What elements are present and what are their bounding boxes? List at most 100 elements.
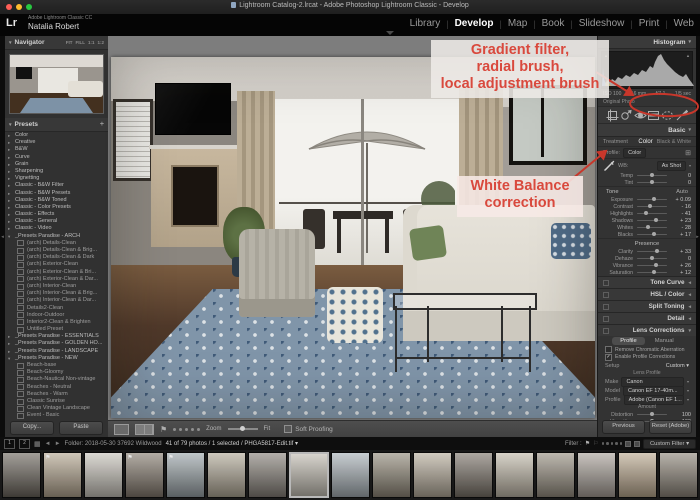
checkbox-remove-chromatic-aberration[interactable]: Remove Chromatic Aberration (598, 346, 696, 354)
before-after-view-icon[interactable] (135, 424, 154, 435)
preset-item--arch-exterior-clean-dar-[interactable]: (arch) Exterior-Clean & Dar... (5, 276, 108, 283)
panel-toggle-icon[interactable] (603, 280, 609, 286)
slider-track[interactable] (637, 234, 667, 236)
filter-color-label[interactable] (625, 441, 631, 447)
module-slideshow[interactable]: Slideshow (579, 18, 625, 29)
module-develop[interactable]: Develop (455, 18, 494, 29)
basic-panel-header[interactable]: Basic▾ (598, 124, 696, 137)
filmstrip-thumbnail[interactable]: ⚑ (166, 452, 205, 498)
checkbox-icon[interactable]: ✓ (605, 354, 612, 361)
preset-group-grain[interactable]: ▸Grain (5, 161, 108, 168)
panel-header-detail[interactable]: Detail◂ (598, 312, 696, 324)
filmstrip-thumbnail[interactable] (413, 452, 452, 498)
zoom-slider[interactable] (228, 428, 258, 430)
histogram[interactable]: ▲ ▲ (601, 51, 693, 89)
slider-track[interactable] (637, 251, 667, 253)
filter-rating-dot[interactable] (615, 442, 618, 445)
slider-knob[interactable] (650, 412, 654, 416)
preset-item-untitled-preset[interactable]: Untitled Preset (5, 326, 108, 333)
filmstrip-thumbnail[interactable] (372, 452, 411, 498)
slider-track[interactable] (637, 227, 667, 229)
filter-rating-dot[interactable] (620, 442, 623, 445)
rating-dot[interactable] (179, 428, 182, 431)
preset-group--presets-paradise-arch[interactable]: ▾_Presets Paradise - ARCH (5, 233, 108, 240)
navigator-panel-header[interactable]: ▾ Navigator FITFILL1:11:2 (5, 36, 108, 50)
preset-group-classic-color-presets[interactable]: ▸Classic - Color Presets (5, 204, 108, 211)
preset-item-beaches-warm[interactable]: Beaches - Warm (5, 391, 108, 398)
panel-header-tone-curve[interactable]: Tone Curve◂ (598, 276, 696, 288)
add-preset-button[interactable]: + (100, 121, 104, 128)
preset-item-beach-base[interactable]: Beach-base (5, 362, 108, 369)
red-eye-correction-tool[interactable] (634, 109, 647, 122)
slider-knob[interactable] (644, 211, 648, 215)
highlight-clipping-indicator[interactable]: ▲ (686, 53, 690, 58)
filmstrip-thumbnail[interactable] (618, 452, 657, 498)
slider-track[interactable] (637, 175, 667, 177)
filter-rating-dot[interactable] (611, 442, 614, 445)
slider-knob[interactable] (654, 218, 658, 222)
selection-info[interactable]: 41 of 79 photos / 1 selected / PHGA5817-… (166, 440, 298, 447)
module-web[interactable]: Web (674, 18, 694, 29)
preset-item-interior2-clean-brighten[interactable]: Interior2-Clean & Brighten (5, 319, 108, 326)
filmstrip-thumbnail[interactable] (495, 452, 534, 498)
panel-toggle-icon[interactable] (603, 316, 609, 322)
filmstrip-thumbnail[interactable] (207, 452, 246, 498)
rating-dot[interactable] (173, 428, 176, 431)
fit-label[interactable]: Fit (264, 426, 271, 432)
slider-track[interactable] (637, 182, 667, 184)
checkbox-enable-profile-corrections[interactable]: ✓Enable Profile Corrections (598, 354, 696, 362)
lens-profile-dropdown[interactable]: Adobe (Canon EF 1... (624, 395, 684, 405)
preset-group--presets-paradise-essentials[interactable]: ▸_Presets Paradise - ESSENTIALS (5, 333, 108, 340)
preset-item--arch-interior-clean-brig-[interactable]: (arch) Interior-Clean & Brig... (5, 290, 108, 297)
setup-dropdown[interactable]: Custom ▾ (666, 363, 689, 369)
filmstrip-thumbnail[interactable] (454, 452, 493, 498)
preset-item--arch-details-clean-brig-[interactable]: (arch) Details-Clean & Brig... (5, 247, 108, 254)
slider-knob[interactable] (654, 263, 658, 267)
slider-knob[interactable] (650, 256, 654, 260)
top-panel-collapse-arrow[interactable] (386, 31, 394, 35)
slider-track[interactable] (637, 258, 667, 260)
module-map[interactable]: Map (508, 18, 527, 29)
preset-group-curve[interactable]: ▸Curve (5, 154, 108, 161)
navigator-zoom-option[interactable]: 1:2 (97, 40, 104, 45)
slider-knob[interactable] (652, 270, 656, 274)
filter-flag-icon[interactable]: ⚑ (585, 440, 590, 447)
profile-dropdown[interactable]: Color (623, 148, 646, 158)
slider-knob[interactable] (650, 180, 654, 184)
filmstrip-thumbnail[interactable] (577, 452, 616, 498)
panel-toggle-icon[interactable] (603, 304, 609, 310)
preset-item-details2-clean[interactable]: Details2-Clean (5, 305, 108, 312)
preset-group--presets-paradise-new[interactable]: ▾_Presets Paradise - NEW (5, 355, 108, 362)
slider-knob[interactable] (650, 173, 654, 177)
crop-overlay-tool[interactable] (606, 109, 619, 122)
slider-knob[interactable] (655, 249, 659, 253)
previous-button[interactable]: Previous (602, 420, 645, 434)
preset-item-indoor-outdoor[interactable]: Indoor-Outdoor (5, 312, 108, 319)
preset-item--arch-interior-clean[interactable]: (arch) Interior-Clean (5, 283, 108, 290)
slider-track[interactable] (637, 272, 667, 274)
filter-rating-dot[interactable] (602, 442, 605, 445)
module-book[interactable]: Book (542, 18, 565, 29)
filmstrip-thumbnail[interactable] (331, 452, 370, 498)
presets-panel-header[interactable]: ▾ Presets + (5, 118, 108, 132)
preset-group-sharpening[interactable]: ▸Sharpening (5, 168, 108, 175)
rating-dots[interactable] (173, 428, 200, 431)
filter-unflag-icon[interactable]: ⚐ (593, 440, 598, 447)
graduated-filter-tool[interactable] (647, 109, 660, 122)
preset-item--arch-details-clean[interactable]: (arch) Details-Clean (5, 240, 108, 247)
slider-knob[interactable] (652, 197, 656, 201)
white-balance-eyedropper-icon[interactable] (603, 160, 615, 172)
preset-group--presets-paradise-golden-ho-[interactable]: ▸_Presets Paradise - GOLDEN HO... (5, 340, 108, 347)
preset-group-classic-general[interactable]: ▸Classic - General (5, 218, 108, 225)
slider-knob[interactable] (652, 232, 656, 236)
panel-toggle-icon[interactable] (603, 328, 609, 334)
grid-view-icon[interactable]: ▦ (34, 440, 41, 448)
filmstrip-thumbnail[interactable]: ⚑ (125, 452, 164, 498)
copy-button[interactable]: Copy... (10, 421, 54, 435)
panel-toggle-icon[interactable] (603, 292, 609, 298)
lens-tab-profile[interactable]: Profile (612, 337, 644, 345)
auto-tone-button[interactable]: Auto (676, 189, 688, 195)
slider-track[interactable] (637, 220, 667, 222)
filter-color-label[interactable] (634, 441, 640, 447)
slider-track[interactable] (637, 199, 667, 201)
